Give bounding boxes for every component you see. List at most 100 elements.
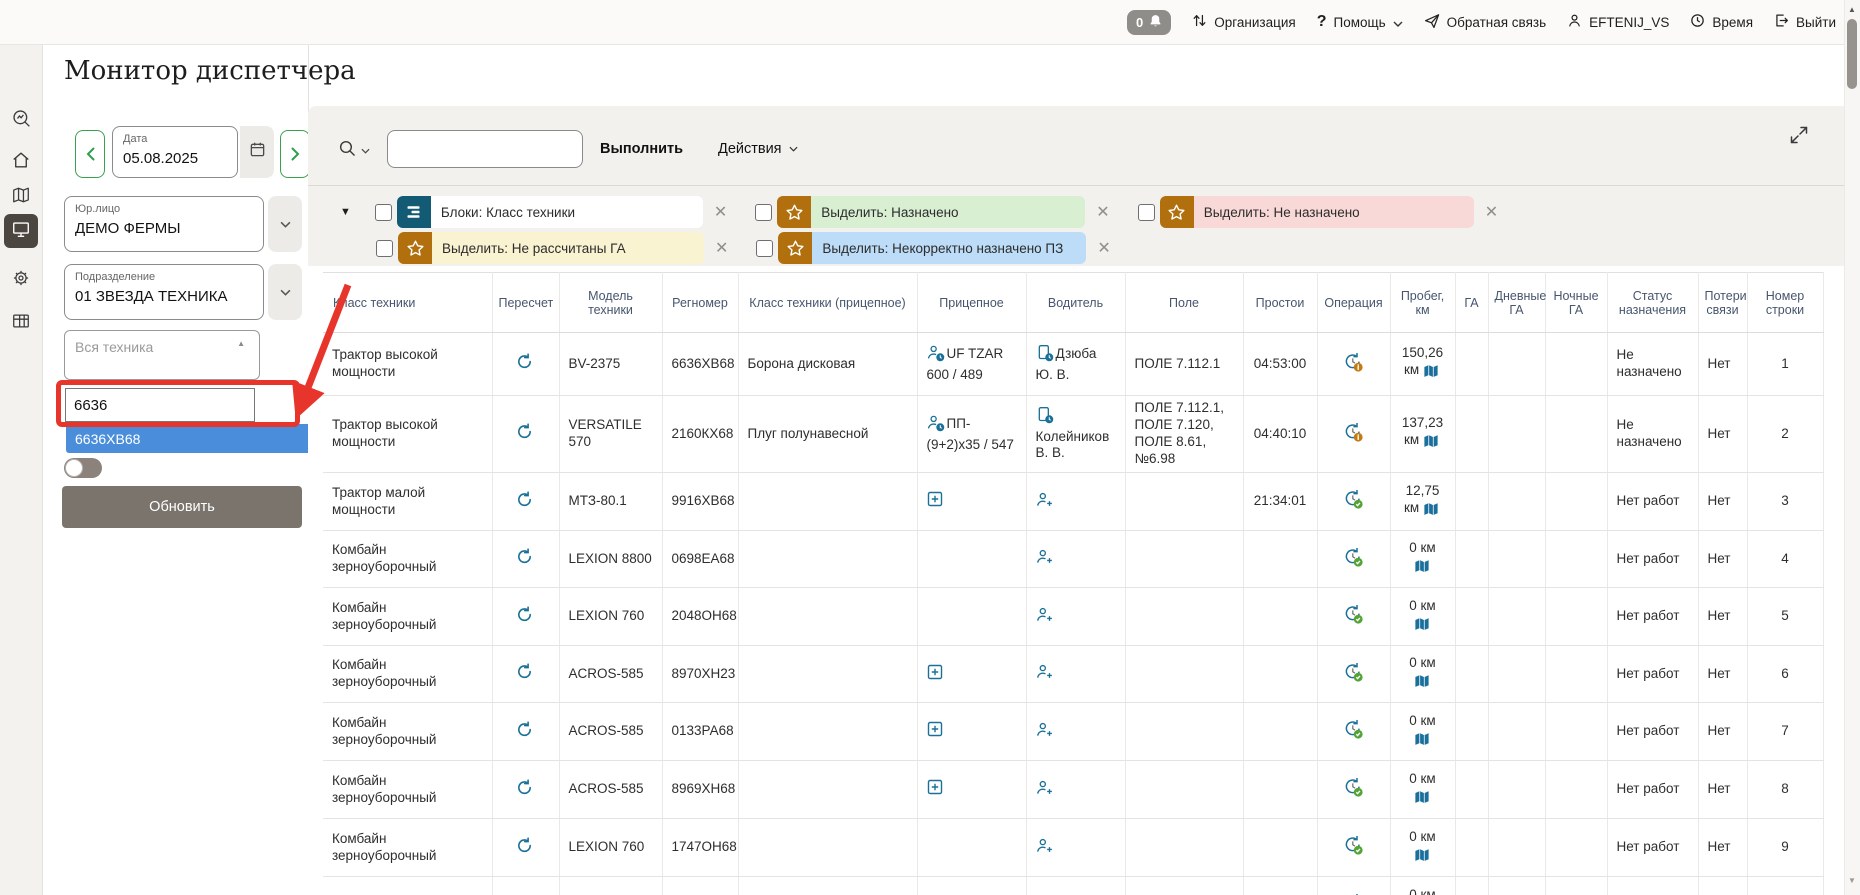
map-solid-icon[interactable] [1414,674,1430,693]
map-solid-icon[interactable] [1414,559,1430,578]
equipment-toggle[interactable] [64,458,102,478]
op-refresh-ok-icon[interactable] [1342,776,1364,803]
filter-chip[interactable]: Выделить: Некорректно назначено ПЗ [778,232,1086,264]
column-header-16[interactable]: Номер строки [1747,273,1823,333]
person-clock-icon[interactable] [927,414,945,437]
table-row[interactable]: Комбайн зерноуборочныйACROS-5850133РА680… [323,703,1823,761]
rail-item-home[interactable] [4,145,38,179]
cell-operation[interactable] [1317,877,1390,895]
table-row[interactable]: Трактор высокой мощностиBV-23756636ХВ68Б… [323,333,1823,396]
op-refresh-ok-icon[interactable] [1342,546,1364,573]
column-header-1[interactable]: Пересчет [492,273,559,333]
table-row[interactable]: Комбайн зерноуборочныйLEXION 7601747ОН68… [323,819,1823,877]
person-add-icon[interactable] [1036,721,1053,743]
date-next-button[interactable] [280,130,310,178]
card-clock-icon[interactable] [1036,406,1054,429]
remove-filter-icon[interactable]: ✕ [1097,238,1110,258]
cell-recalc[interactable] [492,588,559,646]
division-dropdown-button[interactable] [268,264,302,320]
cell-trailer[interactable] [917,531,1026,588]
date-prev-button[interactable] [75,130,105,178]
op-refresh-ok-icon[interactable] [1342,488,1364,515]
cell-driver[interactable]: Дзюба Ю. В. [1026,333,1125,396]
cell-driver[interactable] [1026,531,1125,588]
cell-operation[interactable] [1317,333,1390,396]
column-header-2[interactable]: Модель техники [559,273,662,333]
table-row[interactable]: Комбайн зерноуборочныйACROS-5858969ХН680… [323,761,1823,819]
scrollbar-up-icon[interactable]: ▲ [1848,5,1856,14]
filter-checkbox[interactable] [756,240,773,257]
filter-checkbox[interactable] [376,240,393,257]
card-clock-icon[interactable] [1036,344,1054,367]
refresh-icon[interactable] [516,548,533,570]
cell-trailer[interactable]: ПП-(9+2)x35 / 547 [917,396,1026,473]
column-header-11[interactable]: ГА [1455,273,1488,333]
cell-recalc[interactable] [492,333,559,396]
column-header-15[interactable]: Потери связи [1698,273,1747,333]
cell-recalc[interactable] [492,473,559,531]
column-header-10[interactable]: Пробег, км [1390,273,1455,333]
cell-mileage[interactable]: 0 км [1390,531,1455,588]
rail-item-monitor[interactable] [4,214,38,248]
column-header-8[interactable]: Простои [1243,273,1317,333]
column-header-7[interactable]: Поле [1125,273,1243,333]
op-refresh-info-icon[interactable] [1342,351,1364,378]
table-row[interactable]: Трактор малой мощностиМТЗ-80.19916ХВ6821… [323,473,1823,531]
execute-button[interactable]: Выполнить [600,141,683,157]
column-header-4[interactable]: Класс техники (прицепное) [738,273,917,333]
actions-menu-button[interactable]: Действия [718,141,798,157]
notification-badge[interactable]: 0 [1127,10,1171,35]
legal-entity-dropdown-button[interactable] [268,196,302,252]
map-solid-icon[interactable] [1414,790,1430,809]
cell-operation[interactable] [1317,646,1390,703]
table-row[interactable]: Трактор высокой мощностиVERSATILE 570216… [323,396,1823,473]
cell-mileage[interactable]: 0 км [1390,646,1455,703]
cell-recalc[interactable] [492,877,559,895]
column-header-14[interactable]: Статус назначения [1607,273,1698,333]
map-solid-icon[interactable] [1414,848,1430,867]
cell-trailer[interactable] [917,588,1026,646]
page-scrollbar[interactable]: ▲ ▼ [1844,0,1860,895]
scrollbar-thumb[interactable] [1847,19,1857,89]
person-add-icon[interactable] [1036,548,1053,570]
equipment-search-input[interactable] [65,388,255,422]
cell-operation[interactable] [1317,396,1390,473]
topbar-item-4[interactable]: Время [1690,13,1753,31]
remove-filter-icon[interactable]: ✕ [714,202,727,222]
cell-driver[interactable] [1026,473,1125,531]
table-row[interactable]: Комбайн зерноуборочныйLEXION 7602048ОН68… [323,588,1823,646]
cell-operation[interactable] [1317,819,1390,877]
legal-entity-field[interactable]: Юр.лицо ДЕМО ФЕРМЫ [64,196,264,252]
cell-trailer[interactable] [917,877,1026,895]
cell-trailer[interactable] [917,646,1026,703]
op-refresh-info-icon[interactable] [1342,421,1364,448]
topbar-item-2[interactable]: Обратная связь [1424,13,1546,32]
refresh-icon[interactable] [516,779,533,801]
cell-mileage[interactable]: 150,26 км [1390,333,1455,396]
plus-box-icon[interactable] [927,491,943,512]
op-refresh-ok-icon[interactable] [1342,834,1364,861]
person-add-icon[interactable] [1036,663,1053,685]
person-add-icon[interactable] [1036,491,1053,513]
column-header-0[interactable]: Класс техники [323,273,492,333]
person-add-icon[interactable] [1036,606,1053,628]
division-field[interactable]: Подразделение 01 ЗВЕЗДА ТЕХНИКА [64,264,264,320]
cell-mileage[interactable]: 0 км [1390,588,1455,646]
op-refresh-ok-icon[interactable] [1342,661,1364,688]
grid-search-input[interactable] [387,130,583,168]
column-header-5[interactable]: Прицепное [917,273,1026,333]
cell-mileage[interactable]: 0 км [1390,761,1455,819]
cell-trailer[interactable] [917,819,1026,877]
person-add-icon[interactable] [1036,779,1053,801]
cell-recalc[interactable] [492,703,559,761]
cell-trailer[interactable] [917,761,1026,819]
refresh-icon[interactable] [516,423,533,445]
cell-mileage[interactable]: 0 км [1390,877,1455,895]
refresh-icon[interactable] [516,663,533,685]
plus-box-icon[interactable] [927,721,943,742]
rail-item-search-analytics[interactable] [4,104,38,138]
refresh-icon[interactable] [516,353,533,375]
remove-filter-icon[interactable]: ✕ [715,238,728,258]
plus-box-icon[interactable] [927,664,943,685]
rail-item-gear[interactable] [4,263,38,297]
